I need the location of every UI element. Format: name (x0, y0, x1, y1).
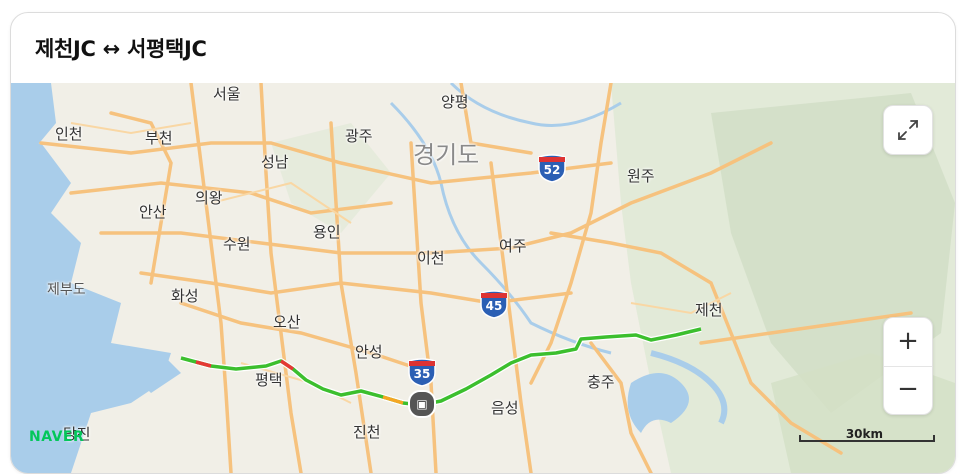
zoom-in-button[interactable]: + (884, 318, 932, 366)
scale-label: 30km (845, 427, 883, 441)
route-card: 제천JC ↔ 서평택JC 서울 인천 부천 양평 광주 경기도 성남 의왕 안산… (10, 12, 956, 474)
place-seongnam: 성남 (261, 153, 289, 171)
place-suwon: 수원 (223, 235, 251, 253)
place-jebudo: 제부도 (47, 282, 86, 298)
place-osan: 오산 (273, 313, 301, 331)
zoom-out-button[interactable]: − (884, 366, 932, 414)
route-title: 제천JC ↔ 서평택JC (35, 37, 207, 61)
place-ansan: 안산 (139, 203, 167, 221)
place-yeoju: 여주 (499, 237, 527, 255)
place-icheon: 이천 (417, 249, 445, 267)
zoom-controls: + − (883, 317, 933, 415)
place-hwaseong: 화성 (171, 287, 199, 305)
map-view[interactable]: 서울 인천 부천 양평 광주 경기도 성남 의왕 안산 원주 수원 용인 이천 … (11, 83, 955, 473)
highway-shield-35: 35 (407, 357, 437, 387)
expand-icon (898, 120, 918, 140)
place-bucheon: 부천 (145, 129, 173, 147)
place-eumseong: 음성 (491, 399, 519, 417)
place-pyeongtaek: 평택 (255, 371, 283, 389)
highway-shield-45: 45 (479, 289, 509, 319)
place-yangpyeong: 양평 (441, 93, 469, 111)
cctv-camera-icon[interactable]: ▣ (408, 390, 436, 418)
expand-map-button[interactable] (883, 105, 933, 155)
place-gwangju: 광주 (345, 127, 373, 145)
place-anseong: 안성 (355, 343, 383, 361)
place-chungju: 충주 (587, 373, 615, 391)
place-uiwang: 의왕 (195, 189, 223, 207)
place-seoul: 서울 (213, 85, 241, 103)
place-jincheon: 진천 (353, 423, 381, 441)
place-jecheon: 제천 (695, 301, 723, 319)
place-yongin: 용인 (313, 223, 341, 241)
scale-bar: 30km (799, 425, 935, 445)
highway-shield-52: 52 (537, 153, 567, 183)
place-wonju: 원주 (627, 167, 655, 185)
naver-logo[interactable]: NAVER (29, 429, 84, 445)
place-incheon: 인천 (55, 125, 83, 143)
region-gyeonggi: 경기도 (413, 141, 480, 169)
